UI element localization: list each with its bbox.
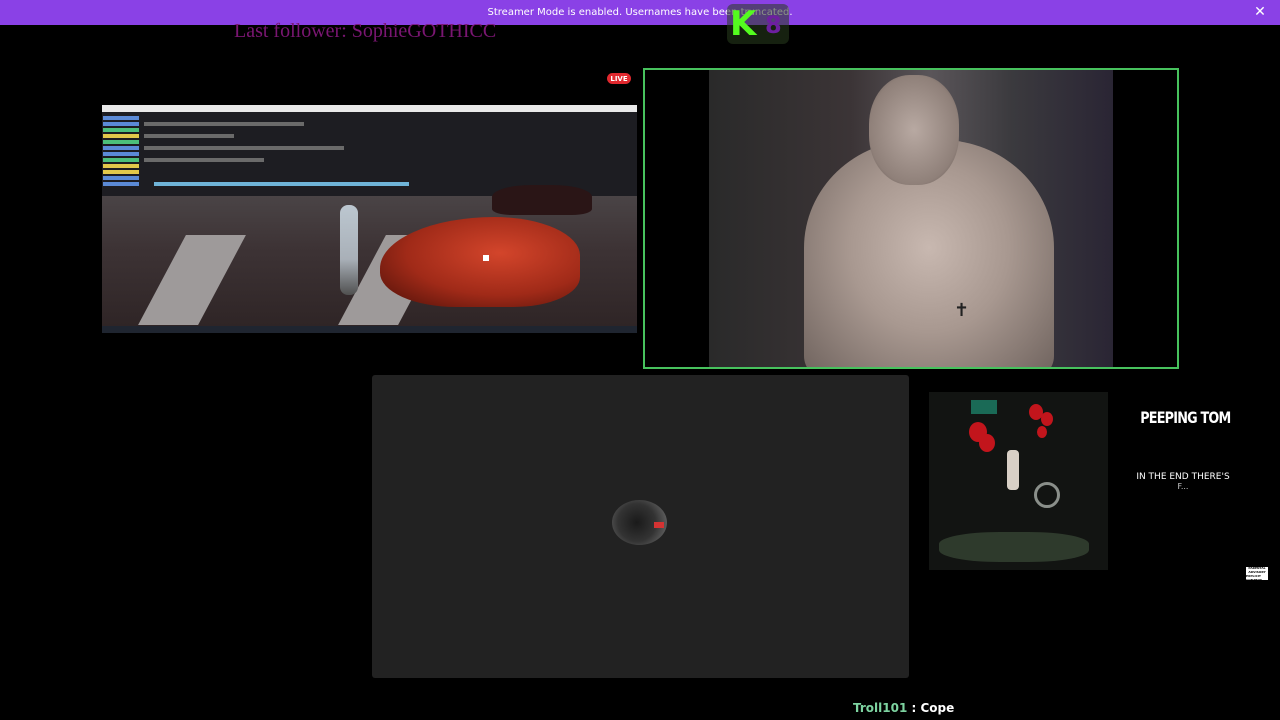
parental-advisory-icon: PARENTAL ADVISORY EXPLICIT CONTENT bbox=[1246, 566, 1268, 582]
kick-logo-letter: K bbox=[730, 4, 757, 44]
avatar-badge bbox=[654, 522, 664, 528]
game-capture bbox=[102, 105, 637, 333]
player-character bbox=[340, 205, 358, 295]
album-art bbox=[929, 392, 1108, 570]
kick-count: 8 bbox=[765, 11, 782, 39]
game-window-titlebar bbox=[102, 105, 637, 112]
avatar bbox=[612, 500, 667, 545]
album-figure bbox=[1007, 450, 1019, 490]
crosshair-dot bbox=[483, 255, 489, 261]
live-badge: LIVE bbox=[607, 73, 631, 84]
console-overlay bbox=[102, 112, 637, 196]
cross-necklace-icon: ✝ bbox=[954, 300, 970, 320]
last-follower-text: Last follower: SophieGOTHICC bbox=[234, 20, 497, 42]
co-stream-box bbox=[372, 375, 909, 678]
chat-text: Cope bbox=[920, 701, 955, 715]
chat-message: Troll101 : Cope bbox=[853, 701, 954, 715]
street-sign bbox=[971, 400, 997, 414]
song-lyric: IN THE END THERE'S bbox=[1136, 472, 1230, 482]
close-icon[interactable]: ✕ bbox=[1252, 4, 1268, 20]
kick-logo: K 8 bbox=[727, 4, 789, 44]
webcam-frame: ✝ bbox=[643, 68, 1179, 369]
song-title: PEEPING TOM bbox=[1140, 408, 1231, 427]
streamer-mode-banner: Streamer Mode is enabled. Usernames have… bbox=[0, 0, 1280, 25]
webcam-feed: ✝ bbox=[709, 70, 1113, 367]
game-taskbar bbox=[102, 326, 637, 333]
chat-username[interactable]: Troll101 bbox=[853, 701, 907, 715]
streamer-head bbox=[869, 75, 959, 185]
album-ground bbox=[939, 532, 1089, 562]
chat-separator: : bbox=[911, 701, 917, 715]
gear-icon bbox=[1034, 482, 1060, 508]
song-lyric-continued: F... bbox=[1177, 482, 1189, 491]
background-car bbox=[492, 185, 592, 215]
